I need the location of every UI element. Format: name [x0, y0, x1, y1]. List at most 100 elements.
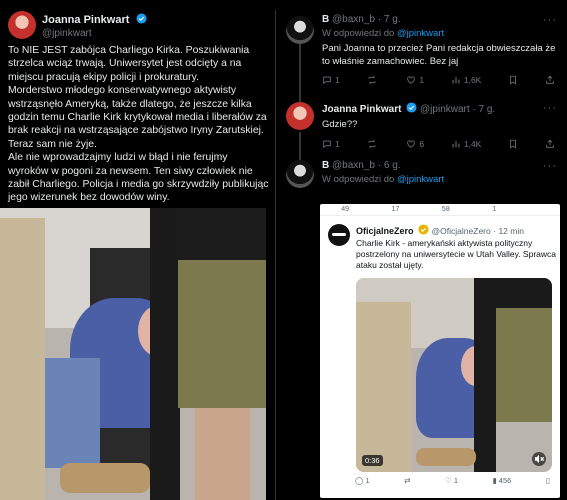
reply-context-label: W odpowiedzi do: [322, 28, 395, 39]
author-name[interactable]: Joanna Pinkwart: [42, 14, 129, 26]
main-tweet-header: Joanna Pinkwart @jpinkwart: [8, 10, 147, 39]
verified-badge-icon: [418, 224, 429, 235]
photo-jeans: [40, 358, 100, 468]
reply-button[interactable]: 1: [322, 75, 340, 85]
embedded-top-stats: 49 17 58 1: [320, 204, 560, 216]
photo-leg: [0, 218, 45, 500]
reply-button[interactable]: 1: [322, 139, 340, 149]
reply-tweet[interactable]: ··· Joanna Pinkwart @jpinkwart · 7 g. Gd…: [276, 102, 567, 152]
tweet-time[interactable]: · 6 g.: [378, 160, 401, 171]
verified-badge-icon: [136, 13, 147, 24]
reply-icon: [323, 140, 331, 148]
views-count: ▮ 456: [492, 476, 512, 485]
embedded-tweet-actions: ◯ 1 ⇄ ♡ 1 ▮ 456 ▯: [355, 476, 550, 485]
reply-context: W odpowiedzi do @jpinkwart: [322, 174, 561, 185]
like-button[interactable]: 1: [406, 75, 424, 85]
repost-count: ⇄: [404, 476, 411, 485]
reply-context-label: W odpowiedzi do: [322, 174, 395, 185]
views-count: 1,6K: [463, 75, 482, 85]
embedded-screenshot[interactable]: 49 17 58 1 OficjalneZero @OficjalneZero …: [320, 204, 560, 498]
author-name: OficjalneZero: [356, 226, 414, 236]
reply-icon: [323, 76, 331, 85]
stat-reposts: 17: [391, 206, 400, 213]
photo-shirt: [176, 208, 266, 260]
tweet-time: · 12 min: [493, 226, 524, 236]
photo-shoe: [60, 463, 150, 493]
tweet-time[interactable]: · 7 g.: [378, 14, 401, 25]
tweet-photo[interactable]: [0, 208, 266, 500]
tweet-paragraph: To NIE JEST zabójca Charliego Kirka. Pos…: [8, 45, 250, 83]
reply-tweet[interactable]: ··· B @baxn_b · 6 g. W odpowiedzi do @jp…: [276, 160, 567, 200]
like-count: 6: [419, 138, 425, 149]
heart-icon: [407, 76, 416, 84]
stat-views: 1: [492, 206, 497, 213]
video-shoe: [416, 448, 476, 466]
views-button[interactable]: 1,6K: [451, 75, 482, 85]
stat-likes: 58: [441, 206, 450, 213]
video-leg: [496, 302, 552, 422]
author-handle[interactable]: @jpinkwart: [420, 104, 470, 115]
author-handle[interactable]: @baxn_b: [332, 160, 375, 171]
reply-context: W odpowiedzi do @jpinkwart: [322, 28, 561, 39]
author-name[interactable]: Joanna Pinkwart: [322, 104, 401, 115]
avatar[interactable]: [8, 10, 36, 39]
photo-leg: [195, 408, 250, 500]
share-icon: [546, 139, 554, 148]
embedded-tweet-text: Charlie Kirk - amerykański aktywista pol…: [356, 238, 556, 270]
stat-replies: 49: [341, 206, 350, 213]
share-button[interactable]: [545, 139, 555, 149]
avatar[interactable]: [286, 160, 314, 188]
tweet-header: Joanna Pinkwart @jpinkwart · 7 g.: [322, 102, 561, 115]
embedded-tweet-header: OficjalneZero @OficjalneZero · 12 min Ch…: [328, 224, 556, 271]
chart-icon: [452, 140, 460, 147]
tweet-paragraph: Ale nie wprowadzajmy ludzi w błąd i nie …: [8, 152, 269, 204]
avatar[interactable]: [286, 102, 314, 130]
mute-icon[interactable]: [532, 452, 546, 466]
embedded-video[interactable]: 0:36: [356, 278, 552, 472]
repost-icon: [368, 75, 375, 85]
author-handle[interactable]: @baxn_b: [332, 14, 375, 25]
tweet-text: Pani Joanna to przecież Pani redakcja ob…: [322, 43, 556, 67]
like-button[interactable]: 6: [406, 139, 424, 149]
video-leg-dark: [474, 278, 496, 472]
video-shirt: [496, 278, 552, 308]
photo-leg: [178, 248, 266, 408]
video-leg: [356, 302, 411, 472]
bookmark-button[interactable]: [508, 139, 518, 149]
views-button[interactable]: 1,4K: [451, 138, 482, 149]
tweet-text: To NIE JEST zabójca Charliego Kirka. Pos…: [8, 44, 270, 205]
tweet-actions: 1 6 1,4K: [322, 139, 561, 149]
like-count: 1: [419, 75, 425, 85]
reply-to-link[interactable]: @jpinkwart: [397, 174, 444, 185]
tweet-header: B @baxn_b · 6 g.: [322, 160, 561, 171]
reply-to-link[interactable]: @jpinkwart: [397, 28, 444, 39]
repost-icon: [368, 139, 375, 148]
author-handle[interactable]: @jpinkwart: [42, 28, 147, 39]
author-name[interactable]: B: [322, 14, 329, 25]
views-count: 1,4K: [463, 138, 482, 149]
main-tweet-panel: Joanna Pinkwart @jpinkwart To NIE JEST z…: [0, 0, 276, 500]
bookmark-icon: ▯: [545, 476, 550, 485]
tweet-header: B @baxn_b · 7 g.: [322, 14, 561, 25]
repost-button[interactable]: [367, 75, 380, 85]
share-icon: [546, 75, 554, 84]
video-duration: 0:36: [362, 455, 383, 466]
like-count: ♡ 1: [445, 476, 459, 485]
chart-icon: [452, 77, 460, 84]
avatar[interactable]: [286, 16, 314, 44]
author-name[interactable]: B: [322, 160, 329, 171]
author-handle: @OficjalneZero: [431, 226, 491, 236]
verified-badge-icon: [406, 102, 417, 113]
share-button[interactable]: [545, 75, 555, 85]
tweet-time[interactable]: · 7 g.: [472, 104, 495, 115]
reply-tweet[interactable]: ··· B @baxn_b · 7 g. W odpowiedzi do @jp…: [276, 14, 567, 100]
tweet-paragraph: Morderstwo młodego konserwatywnego aktyw…: [8, 85, 267, 150]
bookmark-icon: [510, 75, 517, 85]
heart-icon: [407, 139, 416, 148]
tweet-text: Gdzie??: [322, 119, 358, 130]
reply-count: 1: [335, 75, 340, 85]
bookmark-button[interactable]: [508, 75, 518, 85]
repost-button[interactable]: [367, 139, 380, 149]
tweet-actions: 1 1 1,6K: [322, 75, 561, 85]
bookmark-icon: [510, 139, 517, 149]
